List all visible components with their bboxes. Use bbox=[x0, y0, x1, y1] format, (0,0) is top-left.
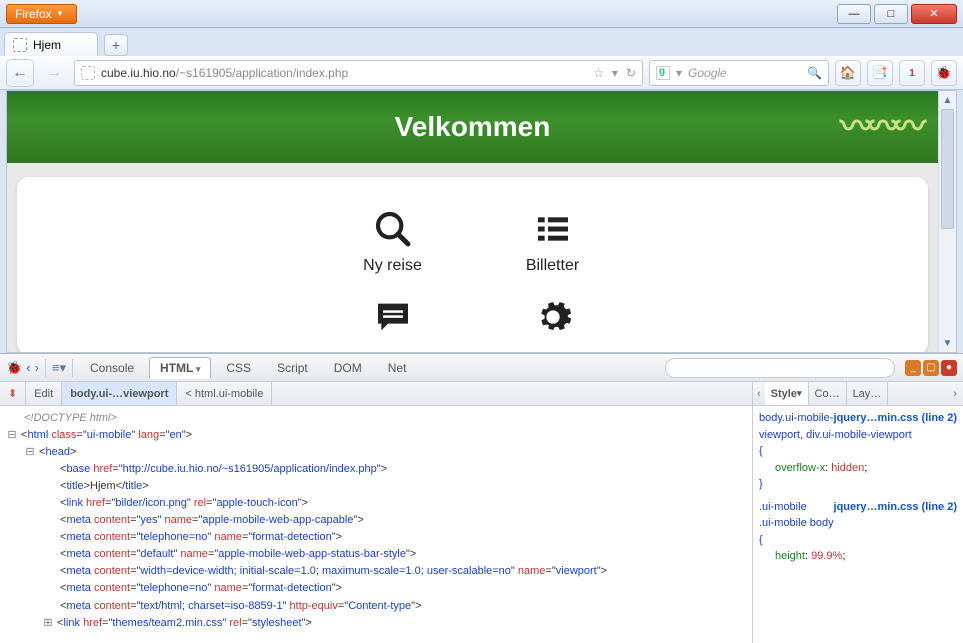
firebug-edit-button[interactable]: Edit bbox=[26, 382, 62, 405]
firebug-tab-console[interactable]: Console bbox=[79, 357, 145, 379]
scroll-up-icon[interactable]: ▲ bbox=[939, 91, 956, 109]
css-value: hidden bbox=[831, 462, 864, 474]
new-tab-button[interactable]: + bbox=[104, 34, 128, 56]
firebug-tab-dom[interactable]: DOM bbox=[323, 357, 373, 379]
firebug-tab-net[interactable]: Net bbox=[377, 357, 418, 379]
firebug-crumb-parent[interactable]: < html.ui-mobile bbox=[177, 382, 272, 405]
doctype-line: <!DOCTYPE html> bbox=[24, 412, 117, 424]
addon-button-2[interactable]: 🐞 bbox=[931, 60, 957, 86]
addon-button-1[interactable]: 1 bbox=[899, 60, 925, 86]
grid-item-settings[interactable] bbox=[503, 295, 603, 345]
main-card: Ny reise Billetter bbox=[17, 177, 928, 352]
firefox-menu-button[interactable]: Firefox bbox=[6, 4, 77, 24]
toggle-icon[interactable]: ⊞ bbox=[42, 615, 54, 632]
plus-icon: + bbox=[112, 37, 120, 53]
grid-item-label: Billetter bbox=[526, 257, 579, 275]
toggle-icon[interactable]: ⊟ bbox=[6, 427, 18, 444]
browser-tabstrip: Hjem + bbox=[0, 28, 963, 56]
firebug-crumb-active[interactable]: body.ui-…viewport bbox=[62, 382, 177, 405]
firebug-minimize-button[interactable]: _ bbox=[905, 360, 921, 376]
list-icon bbox=[533, 207, 573, 251]
firebug-detach-button[interactable]: ▢ bbox=[923, 360, 939, 376]
chevron-left-icon[interactable]: ‹ bbox=[753, 388, 765, 400]
maximize-button[interactable]: □ bbox=[874, 4, 908, 24]
css-selector: .ui-mobile body bbox=[759, 517, 834, 529]
toggle-icon[interactable]: ⊟ bbox=[24, 444, 36, 461]
page-scrollbar[interactable]: ▲ ▼ bbox=[938, 91, 956, 352]
url-path: /~s161905/application/index.php bbox=[176, 66, 348, 80]
search-placeholder: Google bbox=[688, 66, 727, 80]
page-content: Velkommen 〰〰〰 Ny reise Billett bbox=[7, 91, 938, 352]
bookmarks-button[interactable]: 📑 bbox=[867, 60, 893, 86]
css-value: 99.9% bbox=[811, 550, 842, 562]
grid-item-nyreise[interactable]: Ny reise bbox=[343, 207, 443, 275]
chevron-right-icon[interactable]: › bbox=[947, 388, 963, 400]
browser-navbar: ← → cube.iu.hio.no/~s161905/application/… bbox=[0, 56, 963, 90]
logo-icon: 〰〰〰 bbox=[840, 99, 918, 148]
page-title: Velkommen bbox=[395, 111, 551, 143]
url-dropdown-icon[interactable]: ▾ bbox=[612, 66, 618, 80]
url-bar[interactable]: cube.iu.hio.no/~s161905/application/inde… bbox=[74, 60, 643, 86]
css-source-link[interactable]: jquery…min.css (line 2) bbox=[834, 410, 957, 427]
firebug-rtab-style[interactable]: Style bbox=[765, 382, 809, 405]
firebug-body: ⬍ Edit body.ui-…viewport < html.ui-mobil… bbox=[0, 382, 963, 643]
url-domain: cube.iu.hio.no bbox=[101, 66, 176, 80]
firebug-left-panel: ⬍ Edit body.ui-…viewport < html.ui-mobil… bbox=[0, 382, 753, 643]
window-controls: — □ ✕ bbox=[834, 4, 957, 24]
home-grid: Ny reise Billetter bbox=[343, 207, 603, 345]
page-header: Velkommen 〰〰〰 bbox=[7, 91, 938, 163]
firebug-right-tabs: ‹ Style Co… Lay… › bbox=[753, 382, 963, 406]
firebug-tab-html[interactable]: HTML bbox=[149, 357, 211, 379]
firebug-rtab-computed[interactable]: Co… bbox=[809, 382, 847, 405]
firebug-icon[interactable]: 🐞 bbox=[6, 360, 22, 376]
firebug-html-tree[interactable]: <!DOCTYPE html> ⊟ <html class="ui-mobile… bbox=[0, 406, 752, 643]
firebug-lines-icon[interactable]: ≡▾ bbox=[52, 360, 66, 376]
css-property: height bbox=[759, 550, 805, 562]
favicon-icon bbox=[13, 38, 27, 52]
firebug-right-panel: ‹ Style Co… Lay… › jquery…min.css (line … bbox=[753, 382, 963, 643]
window-titlebar: Firefox — □ ✕ bbox=[0, 0, 963, 28]
google-icon bbox=[656, 66, 670, 80]
firebug-next-icon[interactable]: › bbox=[35, 360, 39, 375]
grid-item-label: Ny reise bbox=[363, 257, 422, 275]
firebug-panel: 🐞 ‹ › ≡▾ Console HTML CSS Script DOM Net… bbox=[0, 353, 963, 643]
firebug-tab-script[interactable]: Script bbox=[266, 357, 319, 379]
home-button[interactable]: 🏠 bbox=[835, 60, 861, 86]
browser-tab[interactable]: Hjem bbox=[4, 32, 98, 56]
search-go-icon[interactable]: 🔍 bbox=[807, 66, 822, 80]
scrollbar-thumb[interactable] bbox=[941, 109, 954, 229]
chat-icon bbox=[373, 295, 413, 339]
forward-button[interactable]: → bbox=[40, 59, 68, 87]
bookmark-star-icon[interactable]: ☆ bbox=[593, 66, 604, 80]
firebug-rtab-layout[interactable]: Lay… bbox=[847, 382, 889, 405]
firebug-close-button[interactable]: ● bbox=[941, 360, 957, 376]
search-bar[interactable]: ▾ Google 🔍 bbox=[649, 60, 829, 86]
firefox-label: Firefox bbox=[15, 7, 52, 21]
firebug-css-panel[interactable]: jquery…min.css (line 2)body.ui-mobile-vi… bbox=[753, 406, 963, 643]
firebug-breadcrumb: ⬍ Edit body.ui-…viewport < html.ui-mobil… bbox=[0, 382, 752, 406]
minimize-button[interactable]: — bbox=[837, 4, 871, 24]
firebug-search-input[interactable] bbox=[665, 358, 895, 378]
scroll-down-icon[interactable]: ▼ bbox=[939, 334, 956, 352]
grid-item-billetter[interactable]: Billetter bbox=[503, 207, 603, 275]
search-icon bbox=[373, 207, 413, 251]
tab-title: Hjem bbox=[33, 38, 61, 52]
firebug-prev-icon[interactable]: ‹ bbox=[26, 360, 30, 375]
firebug-toolbar: 🐞 ‹ › ≡▾ Console HTML CSS Script DOM Net… bbox=[0, 354, 963, 382]
gear-icon bbox=[533, 295, 573, 339]
back-button[interactable]: ← bbox=[6, 59, 34, 87]
css-source-link[interactable]: jquery…min.css (line 2) bbox=[834, 499, 957, 516]
css-selector: .ui-mobile bbox=[759, 501, 807, 513]
close-button[interactable]: ✕ bbox=[911, 4, 957, 24]
browser-viewport: Velkommen 〰〰〰 Ny reise Billett bbox=[6, 90, 957, 353]
grid-item-chat[interactable] bbox=[343, 295, 443, 345]
css-property: overflow-x bbox=[759, 462, 825, 474]
identity-icon bbox=[81, 66, 95, 80]
refresh-icon[interactable]: ↻ bbox=[626, 66, 636, 80]
firebug-tab-css[interactable]: CSS bbox=[215, 357, 262, 379]
firebug-crumb-tools[interactable]: ⬍ bbox=[0, 382, 26, 405]
